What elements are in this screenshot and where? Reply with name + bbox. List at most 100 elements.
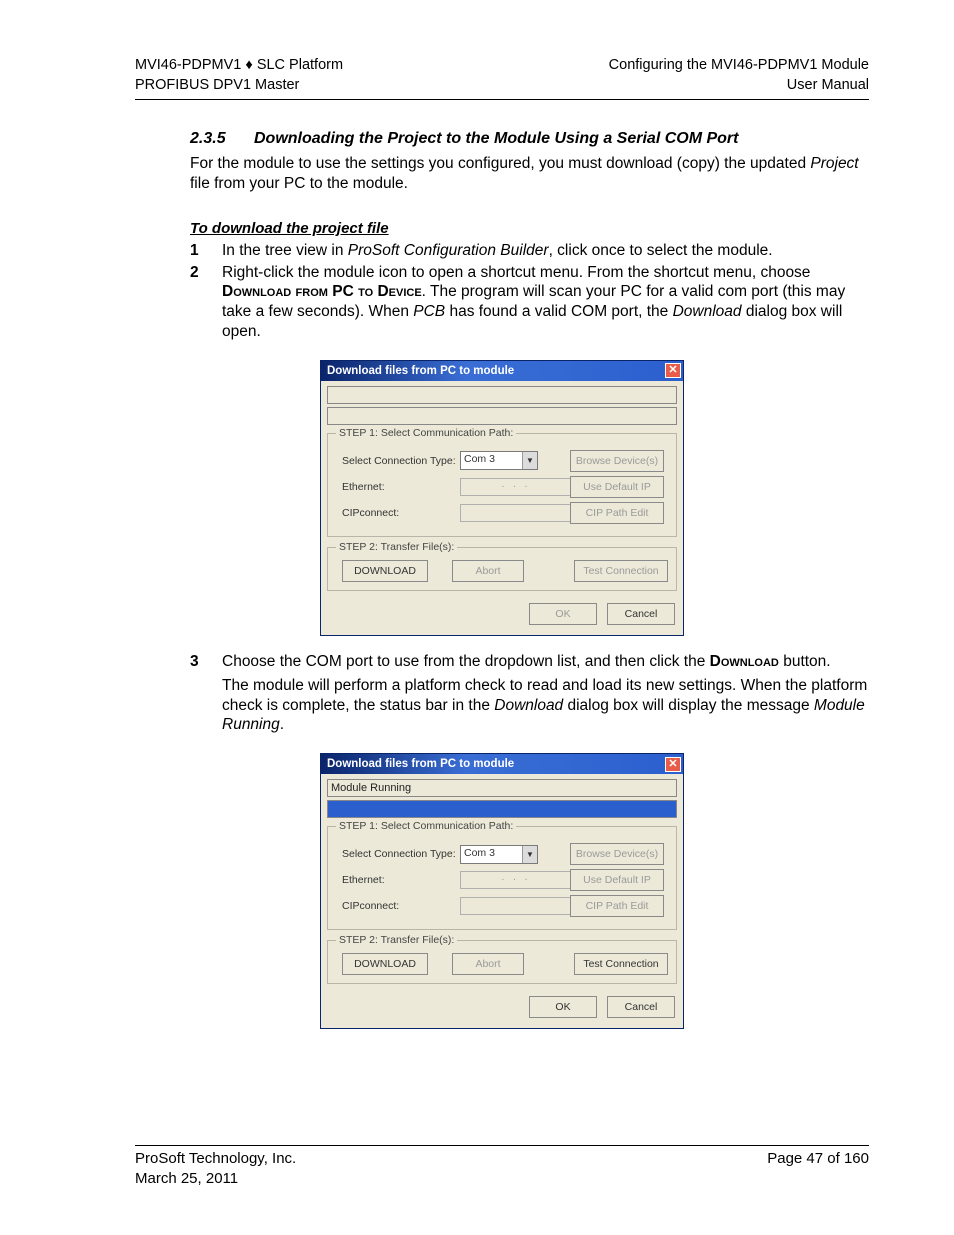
abort-button[interactable]: Abort [452, 560, 524, 582]
step1-legend-2: STEP 1: Select Communication Path: [336, 820, 516, 832]
use-default-ip-button-2[interactable]: Use Default IP [570, 869, 664, 891]
step-3: 3 Choose the COM port to use from the dr… [190, 652, 869, 672]
page-footer: ProSoft Technology, Inc. March 25, 2011 … [135, 1145, 869, 1190]
followup-b: dialog box will display the message [563, 697, 814, 714]
dropdown-value: Com 3 [461, 452, 522, 469]
step-3-post: button. [779, 653, 831, 670]
dialog-title-2: Download files from PC to module [327, 758, 514, 770]
ethernet-ip-input-2[interactable]: . . . [460, 871, 572, 889]
ok-button-2[interactable]: OK [529, 996, 597, 1018]
status-field [327, 386, 677, 404]
followup-c: . [280, 716, 284, 733]
download-button[interactable]: DOWNLOAD [342, 560, 428, 582]
footer-left: ProSoft Technology, Inc. March 25, 2011 [135, 1149, 296, 1190]
header-left-line1: MVI46-PDPMV1 ♦ SLC Platform [135, 56, 343, 76]
status-field-2: Module Running [327, 779, 677, 797]
section-title-text: Downloading the Project to the Module Us… [254, 130, 869, 148]
ethernet-row-2: Ethernet: . . . Use Default IP [336, 869, 668, 891]
connection-type-label-2: Select Connection Type: [336, 848, 460, 860]
step-2: 2 Right-click the module icon to open a … [190, 263, 869, 342]
browse-devices-button-2[interactable]: Browse Device(s) [570, 843, 664, 865]
step-3-text: Choose the COM port to use from the drop… [222, 652, 869, 672]
footer-company: ProSoft Technology, Inc. [135, 1149, 296, 1169]
connection-type-row-2: Select Connection Type: Com 3 ▼ Browse D… [336, 843, 668, 865]
chevron-down-icon[interactable]: ▼ [522, 452, 537, 469]
header-rule [135, 99, 869, 100]
step-3-followup: The module will perform a platform check… [222, 676, 869, 735]
dialog-footer-buttons-2: OK Cancel [327, 994, 677, 1018]
header-right-line2: User Manual [609, 76, 869, 96]
header-right: Configuring the MVI46-PDPMV1 Module User… [609, 56, 869, 95]
dialog-body-2: Module Running STEP 1: Select Communicat… [321, 774, 683, 1028]
footer-rule [135, 1145, 869, 1146]
step-1-number: 1 [190, 241, 222, 261]
cancel-button[interactable]: Cancel [607, 603, 675, 625]
connection-type-label: Select Connection Type: [336, 455, 460, 467]
cipconnect-label-2: CIPconnect: [336, 900, 460, 912]
download-button-2[interactable]: DOWNLOAD [342, 953, 428, 975]
dialog-title: Download files from PC to module [327, 365, 514, 377]
progress-bar-full [327, 800, 677, 818]
step-3-number: 3 [190, 652, 222, 672]
dialog-titlebar-2[interactable]: Download files from PC to module ✕ [321, 754, 683, 774]
download-dialog-2: Download files from PC to module ✕ Modul… [320, 753, 684, 1029]
cipconnect-row: CIPconnect: CIP Path Edit [336, 502, 668, 524]
step-3-smallcaps: Download [710, 653, 779, 670]
cipconnect-input-2[interactable] [460, 897, 572, 915]
step-1-text: In the tree view in ProSoft Configuratio… [222, 241, 869, 261]
dialog-footer-buttons: OK Cancel [327, 601, 677, 625]
step-2-text: Right-click the module icon to open a sh… [222, 263, 869, 342]
step2-groupbox-2: STEP 2: Transfer File(s): DOWNLOAD Abort… [327, 940, 677, 984]
step-1-post: , click once to select the module. [549, 242, 773, 259]
footer-page: Page 47 of 160 [767, 1149, 869, 1190]
step-2-italic-pcb: PCB [413, 303, 445, 320]
dialog-body: STEP 1: Select Communication Path: Selec… [321, 381, 683, 635]
test-connection-button-2[interactable]: Test Connection [574, 953, 668, 975]
download-dialog-1: Download files from PC to module ✕ STEP … [320, 360, 684, 636]
cip-path-edit-button-2[interactable]: CIP Path Edit [570, 895, 664, 917]
chevron-down-icon-2[interactable]: ▼ [522, 846, 537, 863]
step1-legend: STEP 1: Select Communication Path: [336, 427, 516, 439]
procedure-heading: To download the project file [190, 220, 869, 237]
step-1-italic: ProSoft Configuration Builder [348, 242, 549, 259]
ethernet-label-2: Ethernet: [336, 874, 460, 886]
header-left-line2: PROFIBUS DPV1 Master [135, 76, 343, 96]
browse-devices-button[interactable]: Browse Device(s) [570, 450, 664, 472]
step2-groupbox: STEP 2: Transfer File(s): DOWNLOAD Abort… [327, 547, 677, 591]
step-3-pre: Choose the COM port to use from the drop… [222, 653, 710, 670]
connection-type-dropdown[interactable]: Com 3 ▼ [460, 451, 538, 470]
cipconnect-input[interactable] [460, 504, 572, 522]
ok-button[interactable]: OK [529, 603, 597, 625]
abort-button-2[interactable]: Abort [452, 953, 524, 975]
header-left: MVI46-PDPMV1 ♦ SLC Platform PROFIBUS DPV… [135, 56, 343, 95]
cip-path-edit-button[interactable]: CIP Path Edit [570, 502, 664, 524]
ethernet-label: Ethernet: [336, 481, 460, 493]
followup-italic-download: Download [494, 697, 563, 714]
close-icon-2[interactable]: ✕ [665, 757, 681, 772]
dialog-titlebar[interactable]: Download files from PC to module ✕ [321, 361, 683, 381]
section-heading: 2.3.5 Downloading the Project to the Mod… [190, 130, 869, 148]
step-2-smallcaps: Download from PC to Device [222, 283, 422, 300]
step2-legend: STEP 2: Transfer File(s): [336, 541, 457, 553]
ethernet-ip-input[interactable]: . . . [460, 478, 572, 496]
close-icon[interactable]: ✕ [665, 363, 681, 378]
cancel-button-2[interactable]: Cancel [607, 996, 675, 1018]
connection-type-row: Select Connection Type: Com 3 ▼ Browse D… [336, 450, 668, 472]
step-2-post: has found a valid COM port, the [445, 303, 672, 320]
dropdown-value-2: Com 3 [461, 846, 522, 863]
cipconnect-row-2: CIPconnect: CIP Path Edit [336, 895, 668, 917]
header-right-line1: Configuring the MVI46-PDPMV1 Module [609, 56, 869, 76]
progress-bar [327, 407, 677, 425]
step2-legend-2: STEP 2: Transfer File(s): [336, 934, 457, 946]
step-1: 1 In the tree view in ProSoft Configurat… [190, 241, 869, 261]
step-1-pre: In the tree view in [222, 242, 348, 259]
document-page: MVI46-PDPMV1 ♦ SLC Platform PROFIBUS DPV… [0, 0, 954, 1235]
section-number: 2.3.5 [190, 130, 254, 148]
test-connection-button[interactable]: Test Connection [574, 560, 668, 582]
footer-date: March 25, 2011 [135, 1169, 296, 1189]
connection-type-dropdown-2[interactable]: Com 3 ▼ [460, 845, 538, 864]
step-2-italic-download: Download [673, 303, 742, 320]
step1-groupbox-2: STEP 1: Select Communication Path: Selec… [327, 826, 677, 930]
use-default-ip-button[interactable]: Use Default IP [570, 476, 664, 498]
intro-paragraph: For the module to use the settings you c… [190, 154, 869, 194]
